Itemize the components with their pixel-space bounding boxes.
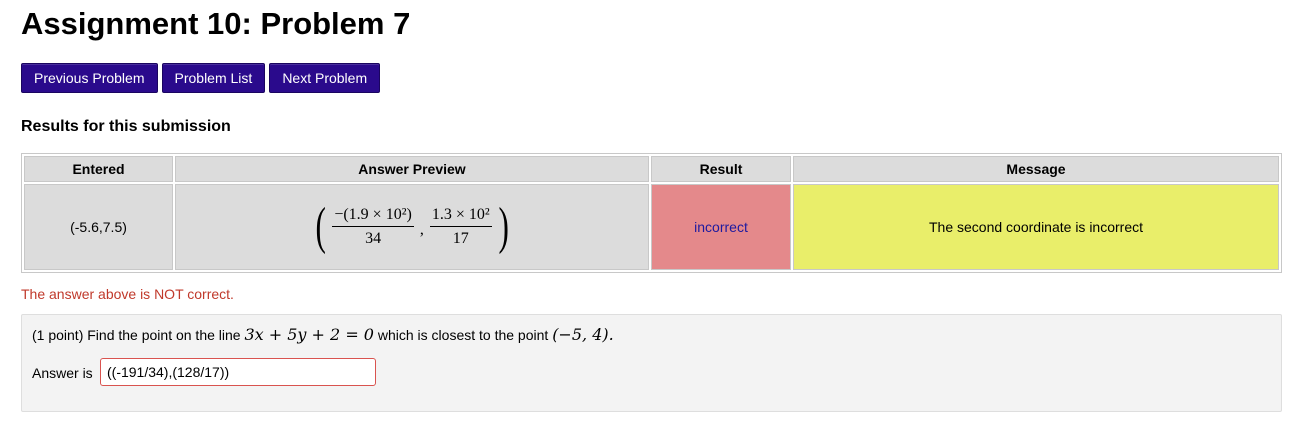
feedback-message: The answer above is NOT correct. (21, 286, 234, 302)
problem-statement: (1 point) Find the point on the line 3x … (32, 325, 614, 345)
problem-middle: which is closest to the point (377, 327, 549, 343)
problem-nav: Previous Problem Problem List Next Probl… (21, 63, 381, 93)
previous-problem-button[interactable]: Previous Problem (21, 63, 158, 93)
entered-cell: (-5.6,7.5) (24, 184, 173, 270)
fraction-second: 1.3 × 10² 17 (429, 206, 492, 248)
results-table: Entered Answer Preview Result Message (-… (21, 153, 1282, 273)
table-row: (-5.6,7.5) ( −(1.9 × 10²) 34 , 1.3 × 10²… (24, 184, 1279, 270)
fraction-second-numerator: 1.3 × 10² (429, 206, 492, 227)
answer-label: Answer is (32, 365, 93, 381)
problem-point: (−5, 4). (552, 325, 614, 344)
problem-box: (1 point) Find the point on the line 3x … (21, 314, 1282, 412)
answer-input[interactable] (100, 358, 376, 386)
next-problem-button[interactable]: Next Problem (269, 63, 381, 93)
message-cell: The second coordinate is incorrect (793, 184, 1279, 270)
results-heading: Results for this submission (21, 118, 231, 135)
page-title: Assignment 10: Problem 7 (21, 6, 411, 41)
header-entered: Entered (24, 156, 173, 182)
problem-intro: (1 point) Find the point on the line (32, 327, 241, 343)
header-answer-preview: Answer Preview (175, 156, 649, 182)
answer-preview-math: ( −(1.9 × 10²) 34 , 1.3 × 10² 17 ) (312, 201, 512, 253)
comma: , (419, 221, 424, 238)
answer-preview-cell: ( −(1.9 × 10²) 34 , 1.3 × 10² 17 ) (175, 184, 649, 270)
fraction-first: −(1.9 × 10²) 34 (332, 206, 414, 248)
header-result: Result (651, 156, 791, 182)
results-header-row: Entered Answer Preview Result Message (24, 156, 1279, 182)
result-cell: incorrect (651, 184, 791, 270)
problem-list-button[interactable]: Problem List (161, 63, 266, 93)
problem-equation: 3x + 5y + 2 = 0 (244, 325, 374, 344)
left-paren: ( (315, 198, 326, 255)
fraction-second-denominator: 17 (452, 230, 469, 247)
fraction-first-numerator: −(1.9 × 10²) (332, 206, 414, 227)
right-paren: ) (498, 198, 509, 255)
header-message: Message (793, 156, 1279, 182)
fraction-first-denominator: 34 (365, 230, 382, 247)
